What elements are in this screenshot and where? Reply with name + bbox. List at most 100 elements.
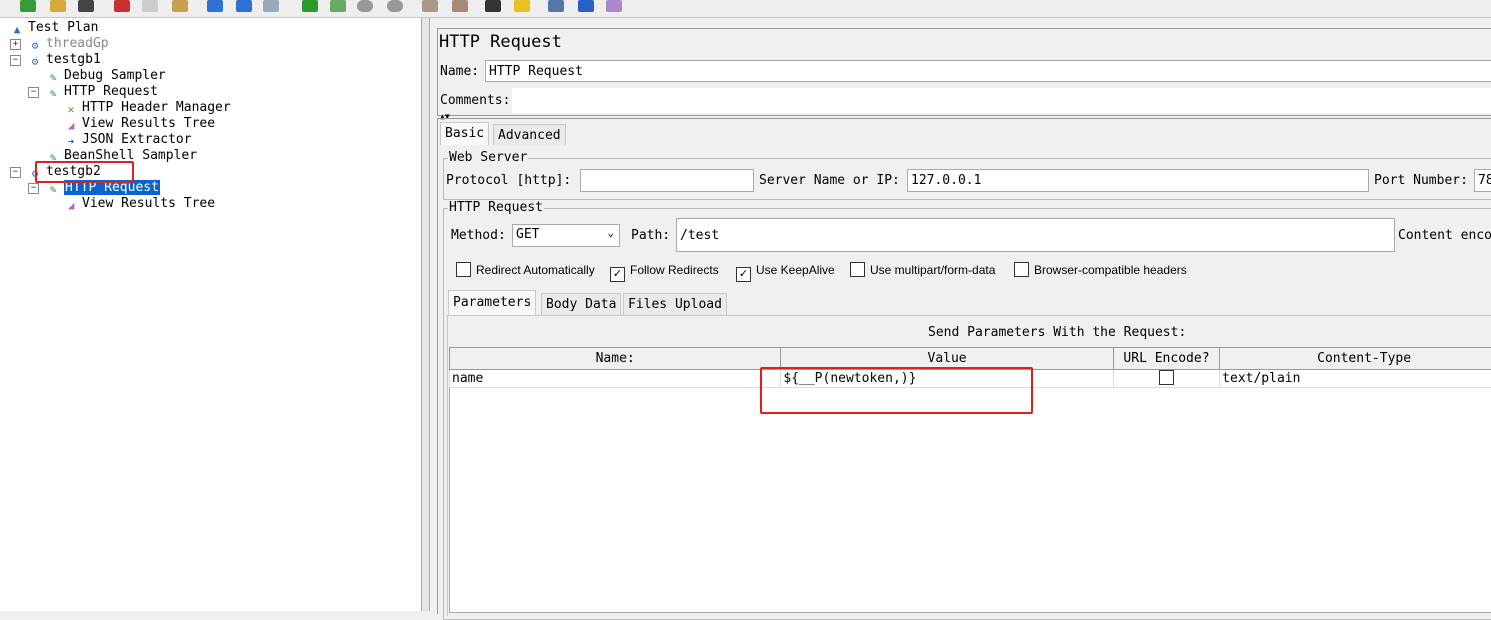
collapse-icon[interactable]: − — [10, 167, 21, 178]
tree-node[interactable]: ✕HTTP Header Manager — [64, 100, 231, 116]
protocol-label: Protocol [http]: — [446, 173, 571, 188]
tree-node[interactable]: ⚙ testgb1 — [28, 52, 101, 68]
server-input[interactable] — [907, 169, 1369, 192]
cell-encode[interactable] — [1113, 370, 1219, 388]
sampler-icon: ✎ — [46, 71, 60, 85]
tree-node-label: threadGp — [46, 36, 109, 51]
http-request-panel: HTTP Request Name: Comments: ▲▼ Basic Ad… — [430, 18, 1491, 611]
clear-all-icon[interactable] — [452, 0, 468, 12]
tree-node-label: testgb1 — [46, 52, 101, 67]
highlight-value-box — [760, 367, 1033, 414]
checkbox-unchecked-icon[interactable] — [1014, 262, 1029, 277]
checkbox-option[interactable]: Use multipart/form-data — [850, 262, 995, 278]
method-select[interactable]: GET ⌄ — [512, 224, 620, 247]
thread-group-icon: ⚙ — [28, 39, 42, 53]
checkbox-checked-icon[interactable]: ✓ — [736, 267, 751, 282]
cut-icon[interactable] — [114, 0, 130, 12]
subtab-body-data[interactable]: Body Data — [541, 293, 621, 315]
shutdown-icon[interactable] — [387, 0, 403, 12]
name-input[interactable] — [485, 60, 1491, 82]
collapse-icon[interactable]: − — [28, 183, 39, 194]
path-label: Path: — [631, 228, 670, 243]
tree-node-label: Debug Sampler — [64, 68, 166, 83]
subtab-parameters[interactable]: Parameters — [448, 290, 536, 315]
tree-node[interactable]: ✎ HTTP Request — [46, 84, 158, 100]
checkbox-checked-icon[interactable]: ✓ — [610, 267, 625, 282]
sampler-icon: ✎ — [46, 183, 60, 197]
checkbox-option[interactable]: ✓Use KeepAlive — [736, 262, 835, 282]
tree-node[interactable]: ◢ View Results Tree — [64, 116, 215, 132]
paste-icon[interactable] — [172, 0, 188, 12]
extractor-icon: ➔ — [64, 135, 78, 149]
subtab-files-upload[interactable]: Files Upload — [623, 293, 727, 315]
save-icon[interactable] — [78, 0, 94, 12]
help-icon[interactable] — [578, 0, 594, 12]
remote-icon[interactable] — [606, 0, 622, 12]
split-pane-divider[interactable] — [422, 18, 430, 611]
copy-icon[interactable] — [142, 0, 158, 12]
listener-icon: ◢ — [64, 119, 78, 133]
column-header[interactable]: URL Encode? — [1113, 348, 1219, 370]
panel-title: HTTP Request — [439, 32, 562, 52]
expand-icon[interactable] — [207, 0, 223, 12]
collapse-icon[interactable]: − — [28, 87, 39, 98]
cell-name[interactable]: name — [450, 370, 781, 388]
protocol-input[interactable] — [580, 169, 754, 192]
collapse-icon[interactable] — [236, 0, 252, 12]
http-request-legend: HTTP Request — [448, 200, 544, 215]
toggle-icon[interactable] — [263, 0, 279, 12]
checkbox-unchecked-icon[interactable] — [850, 262, 865, 277]
thread-group-icon: ⚙ — [28, 55, 42, 69]
reset-search-icon[interactable] — [514, 0, 530, 12]
port-label: Port Number: — [1374, 173, 1468, 188]
chevron-down-icon: ⌄ — [607, 226, 614, 239]
tree-node-label: Test Plan — [28, 20, 98, 35]
checkbox-label: Browser-compatible headers — [1034, 263, 1187, 277]
cell-type[interactable]: text/plain — [1220, 370, 1491, 388]
checkbox-label: Use multipart/form-data — [870, 263, 995, 277]
tree-node[interactable]: ⚙ threadGp — [28, 36, 109, 52]
checkbox-label: Redirect Automatically — [476, 263, 595, 277]
checkbox-option[interactable]: Redirect Automatically — [456, 262, 595, 278]
port-input[interactable] — [1474, 169, 1491, 192]
templates-icon[interactable] — [20, 0, 36, 12]
tree-node[interactable]: ➔ JSON Extractor — [64, 132, 192, 148]
path-input[interactable] — [676, 218, 1395, 252]
server-label: Server Name or IP: — [759, 173, 900, 188]
test-plan-icon: ▲ — [10, 23, 24, 37]
method-label: Method: — [451, 228, 506, 243]
method-value: GET — [516, 227, 539, 242]
checkbox-option[interactable]: ✓Follow Redirects — [610, 262, 719, 282]
test-plan-tree[interactable]: ▲Test Plan⚙threadGp+⚙testgb1−✎Debug Samp… — [0, 18, 422, 611]
column-header[interactable]: Name: — [450, 348, 781, 370]
tab-advanced[interactable]: Advanced — [493, 124, 566, 145]
content-encoding-label: Content enco — [1398, 228, 1491, 243]
tree-node[interactable]: ◢ View Results Tree — [64, 196, 215, 212]
collapse-icon[interactable]: − — [10, 55, 21, 66]
url-encode-checkbox[interactable] — [1159, 370, 1174, 385]
function-helper-icon[interactable] — [548, 0, 564, 12]
tree-node-label: HTTP Request — [64, 84, 158, 99]
highlight-testgb2-box — [35, 161, 134, 183]
sampler-icon: ✎ — [46, 87, 60, 101]
stop-icon[interactable] — [357, 0, 373, 12]
tree-node-label: HTTP Header Manager — [82, 100, 231, 115]
expand-icon[interactable]: + — [10, 39, 21, 50]
comments-input[interactable] — [512, 88, 1491, 113]
tab-basic[interactable]: Basic — [440, 122, 489, 145]
tree-node[interactable]: ✎ Debug Sampler — [46, 68, 166, 84]
open-icon[interactable] — [50, 0, 66, 12]
tree-node-label: View Results Tree — [82, 116, 215, 131]
start-icon[interactable] — [302, 0, 318, 12]
checkbox-option[interactable]: Browser-compatible headers — [1014, 262, 1187, 278]
clear-icon[interactable] — [422, 0, 438, 12]
tree-node[interactable]: ▲ Test Plan — [10, 20, 98, 36]
toolbar — [0, 0, 1491, 18]
start-no-pause-icon[interactable] — [330, 0, 346, 12]
search-icon[interactable] — [485, 0, 501, 12]
tree-node-label: View Results Tree — [82, 196, 215, 211]
tree-node-label: JSON Extractor — [82, 132, 192, 147]
column-header[interactable]: Content-Type — [1220, 348, 1491, 370]
checkbox-unchecked-icon[interactable] — [456, 262, 471, 277]
listener-icon: ◢ — [64, 199, 78, 213]
